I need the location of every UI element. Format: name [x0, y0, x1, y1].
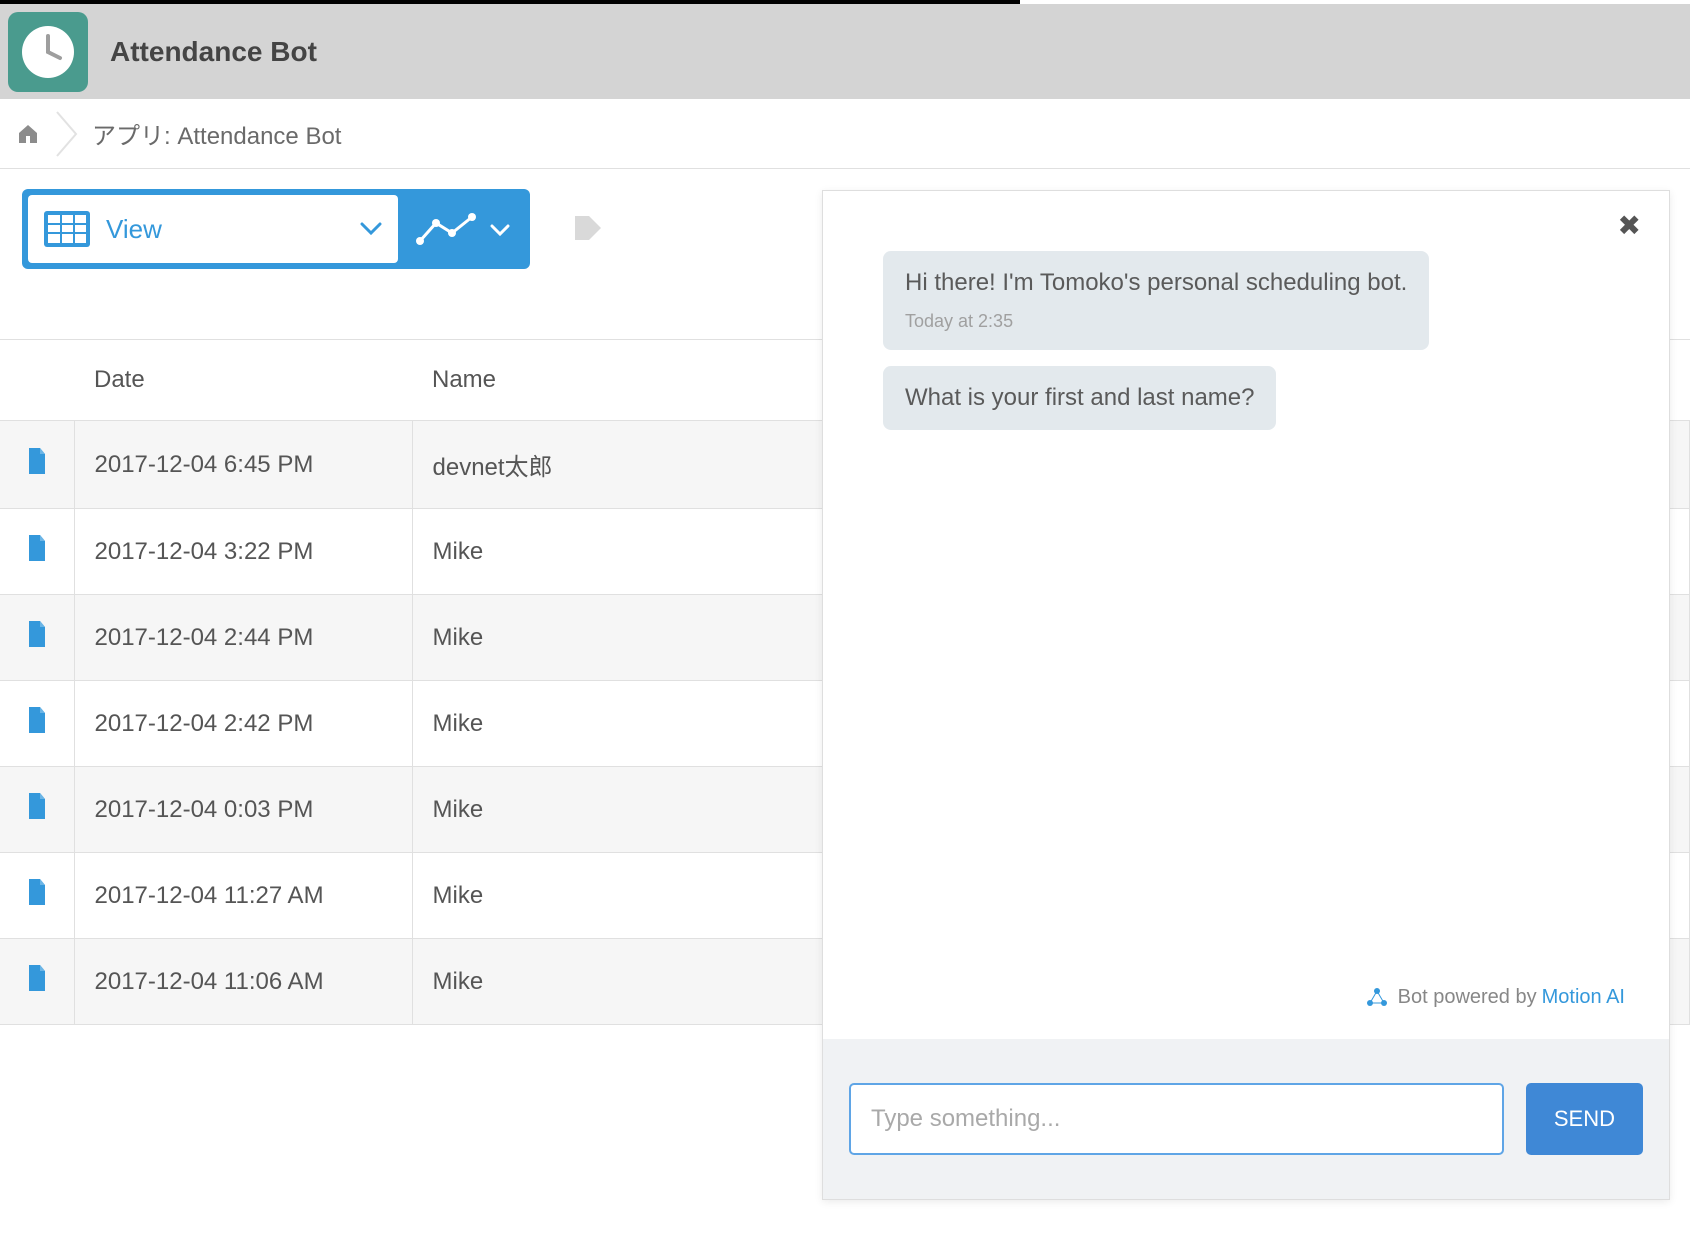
- cell-date: 2017-12-04 11:27 AM: [74, 853, 412, 939]
- powered-by-prefix: Bot powered by: [1398, 986, 1537, 1009]
- cell-date: 2017-12-04 6:45 PM: [74, 421, 412, 509]
- cell-date: 2017-12-04 0:03 PM: [74, 767, 412, 853]
- row-doc-icon: [0, 509, 74, 595]
- row-doc-icon: [0, 767, 74, 853]
- motion-ai-link[interactable]: Motion AI: [1542, 986, 1625, 1009]
- app-clock-icon: [8, 12, 88, 92]
- column-header-icon: [0, 340, 74, 421]
- cell-date: 2017-12-04 11:06 AM: [74, 939, 412, 1025]
- breadcrumb-prefix: アプリ:: [92, 123, 171, 150]
- cell-date: 2017-12-04 3:22 PM: [74, 509, 412, 595]
- chat-message: What is your first and last name?: [883, 366, 1276, 430]
- tag-button[interactable]: [548, 189, 628, 269]
- chat-panel: ✖ Hi there! I'm Tomoko's personal schedu…: [822, 190, 1670, 1200]
- chat-input[interactable]: [849, 1083, 1504, 1155]
- column-header-date[interactable]: Date: [74, 340, 412, 421]
- close-icon[interactable]: ✖: [1618, 209, 1641, 242]
- view-selector[interactable]: View: [28, 195, 398, 263]
- row-doc-icon: [0, 595, 74, 681]
- chart-icon: [416, 211, 480, 247]
- chat-powered-by: Bot powered by Motion AI: [1366, 986, 1625, 1009]
- breadcrumb: アプリ: Attendance Bot: [0, 99, 1690, 169]
- breadcrumb-text: アプリ: Attendance Bot: [92, 116, 341, 151]
- row-doc-icon: [0, 681, 74, 767]
- breadcrumb-app-name: Attendance Bot: [177, 123, 341, 150]
- view-label: View: [106, 214, 360, 245]
- view-selector-group: View: [22, 189, 530, 269]
- cell-date: 2017-12-04 2:44 PM: [74, 595, 412, 681]
- message-text: What is your first and last name?: [905, 384, 1254, 412]
- motion-ai-icon: [1366, 987, 1388, 1009]
- row-doc-icon: [0, 939, 74, 1025]
- chevron-down-icon: [360, 222, 382, 236]
- home-icon[interactable]: [16, 122, 40, 146]
- cell-date: 2017-12-04 2:42 PM: [74, 681, 412, 767]
- chart-selector[interactable]: [398, 195, 524, 263]
- message-text: Hi there! I'm Tomoko's personal scheduli…: [905, 269, 1407, 297]
- row-doc-icon: [0, 853, 74, 939]
- chat-input-bar: SEND: [823, 1039, 1669, 1199]
- chat-message: Hi there! I'm Tomoko's personal scheduli…: [883, 251, 1429, 350]
- row-doc-icon: [0, 421, 74, 509]
- table-icon: [44, 211, 90, 247]
- breadcrumb-separator-icon: [56, 111, 78, 157]
- chevron-down-icon: [490, 223, 510, 235]
- message-time: Today at 2:35: [905, 311, 1407, 332]
- chat-messages: Hi there! I'm Tomoko's personal scheduli…: [823, 191, 1669, 446]
- app-header: Attendance Bot: [0, 4, 1690, 99]
- app-title: Attendance Bot: [110, 36, 317, 68]
- send-button[interactable]: SEND: [1526, 1083, 1643, 1155]
